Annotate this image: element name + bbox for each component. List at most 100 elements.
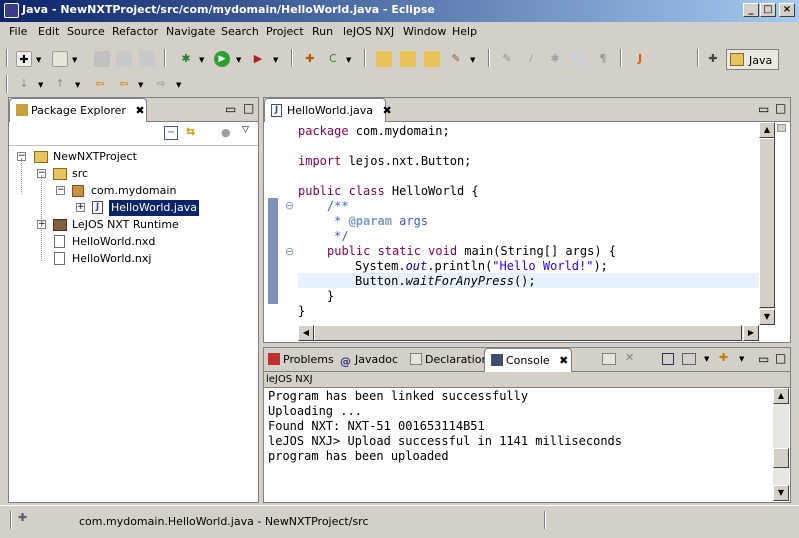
back-icon[interactable]: ⇦ (116, 76, 132, 92)
block-selection-icon[interactable] (571, 51, 587, 67)
new-class-dropdown-icon[interactable]: ▼ (346, 56, 351, 64)
external-tools-dropdown-icon[interactable]: ▼ (273, 56, 278, 64)
search-dropdown-icon[interactable]: ▼ (470, 56, 475, 64)
tree-expander[interactable]: − (56, 186, 65, 195)
fold-icon[interactable]: ⊖ (285, 245, 294, 258)
toggle-mark-icon[interactable]: ✎ (499, 51, 515, 67)
console-line: leJOS NXJ> Upload successful in 1141 mil… (268, 434, 623, 448)
minimize-view-icon[interactable]: ▭ (758, 352, 769, 366)
open-folder-icon[interactable] (424, 51, 440, 67)
run-icon[interactable]: ▶ (214, 51, 230, 67)
forward-icon[interactable]: ⇨ (153, 76, 169, 92)
save-icon[interactable] (94, 51, 110, 67)
back-dropdown-icon[interactable]: ▼ (138, 81, 143, 89)
run-dropdown-icon[interactable]: ▼ (236, 56, 241, 64)
new-java-type-icon[interactable] (52, 51, 68, 67)
scroll-up-icon[interactable]: ▲ (773, 388, 789, 404)
menu-edit[interactable]: Edit (38, 25, 59, 38)
external-tools-icon[interactable]: ▶ (250, 51, 266, 67)
open-task-icon[interactable] (400, 51, 416, 67)
editor-vertical-scrollbar[interactable]: ▲ ▼ (759, 122, 775, 325)
collapse-all-icon[interactable]: − (164, 126, 178, 140)
tab-console[interactable]: Console ✖ (484, 348, 572, 372)
open-perspective-icon[interactable]: ✚ (705, 51, 721, 67)
main-toolbar: ✚ ▼ ▼ ✱ ▼ ▶ ▼ ▶ ▼ ✚ C ▼ ✎ ▼ ✎ / ✱ ¶ J ✚ … (0, 43, 799, 73)
close-window-button[interactable]: × (779, 3, 795, 17)
search-icon[interactable]: ✎ (448, 51, 464, 67)
display-console-dropdown-icon[interactable]: ▼ (704, 355, 709, 363)
tab-javadoc[interactable]: @ Javadoc (340, 353, 398, 368)
scroll-thumb[interactable] (773, 448, 789, 468)
clear-console-icon[interactable]: ✕ (625, 351, 634, 364)
menu-project[interactable]: Project (266, 25, 304, 38)
close-tab-icon[interactable]: ✖ (382, 104, 391, 117)
print-icon[interactable] (139, 51, 155, 67)
open-console-dropdown-icon[interactable]: ▼ (739, 355, 744, 363)
maximize-view-icon[interactable]: □ (243, 101, 254, 115)
view-menu-dropdown-icon[interactable]: ▽ (242, 125, 249, 135)
menu-lejos-nxj[interactable]: leJOS NXJ (343, 25, 394, 38)
scroll-down-icon[interactable]: ▼ (773, 485, 789, 501)
editor-horizontal-scrollbar[interactable]: ◀ ▶ (298, 325, 759, 341)
scroll-down-icon[interactable]: ▼ (759, 309, 775, 325)
new-icon[interactable]: ✚ (16, 51, 32, 67)
last-edit-location-icon[interactable]: ⇦ (92, 76, 108, 92)
scroll-thumb[interactable] (314, 325, 742, 341)
new-java-class-icon[interactable]: C (325, 51, 341, 67)
toggle-edit-icon[interactable]: / (523, 51, 539, 67)
maximize-view-icon[interactable]: □ (775, 351, 786, 365)
maximize-view-icon[interactable]: □ (775, 101, 786, 115)
change-ruler-range (268, 198, 278, 304)
scroll-lock-icon[interactable] (602, 353, 616, 365)
lejos-icon[interactable]: J (632, 51, 648, 67)
menu-source[interactable]: Source (67, 25, 105, 38)
forward-dropdown-icon[interactable]: ▼ (176, 81, 181, 89)
scroll-left-icon[interactable]: ◀ (298, 325, 314, 341)
show-source-icon[interactable]: ¶ (595, 51, 611, 67)
debug-icon[interactable]: ✱ (178, 51, 194, 67)
scroll-thumb[interactable] (759, 138, 775, 308)
tab-problems[interactable]: Problems (268, 353, 334, 366)
minimize-view-icon[interactable]: ▭ (758, 102, 769, 116)
link-with-editor-icon[interactable]: ⇆ (186, 125, 195, 138)
next-annotation-icon[interactable]: ↓ (16, 76, 32, 92)
tree-expander[interactable]: + (76, 203, 85, 212)
view-menu-icon[interactable]: ● (221, 126, 231, 139)
save-all-icon[interactable] (116, 51, 132, 67)
previous-annotation-icon[interactable]: ↑ (52, 76, 68, 92)
minimize-view-icon[interactable]: ▭ (225, 102, 236, 116)
menu-refactor[interactable]: Refactor (112, 25, 158, 38)
previous-annotation-dropdown-icon[interactable]: ▼ (75, 81, 80, 89)
scroll-up-icon[interactable]: ▲ (759, 122, 775, 138)
menu-window[interactable]: Window (403, 25, 446, 38)
next-annotation-dropdown-icon[interactable]: ▼ (38, 81, 43, 89)
new-java-project-icon[interactable]: ✚ (302, 51, 318, 67)
show-whitespace-icon[interactable]: ✱ (547, 51, 563, 67)
new-dropdown-icon[interactable]: ▼ (36, 56, 41, 64)
java-perspective-button[interactable]: Java (726, 49, 779, 70)
tab-declaration[interactable]: Declaration (410, 353, 488, 366)
debug-dropdown-icon[interactable]: ▼ (199, 56, 204, 64)
close-tab-icon[interactable]: ✖ (559, 354, 568, 367)
code-text: Button. (355, 274, 406, 288)
tab-package-explorer[interactable]: Package Explorer ✖ (9, 98, 147, 122)
open-console-icon[interactable]: ✚ (719, 351, 728, 364)
console-output[interactable]: Program has been linked successfully Upl… (264, 388, 773, 502)
open-type-icon[interactable] (376, 51, 392, 67)
maximize-button[interactable]: □ (760, 3, 776, 17)
pin-console-icon[interactable] (662, 353, 674, 365)
scroll-right-icon[interactable]: ▶ (743, 325, 759, 341)
fold-icon[interactable]: ⊖ (285, 199, 294, 212)
menu-file[interactable]: File (9, 25, 27, 38)
display-console-icon[interactable] (682, 353, 696, 365)
menu-navigate[interactable]: Navigate (166, 25, 215, 38)
menu-run[interactable]: Run (312, 25, 333, 38)
menu-search[interactable]: Search (221, 25, 259, 38)
close-tab-icon[interactable]: ✖ (135, 104, 144, 117)
menu-help[interactable]: Help (452, 25, 477, 38)
fast-view-icon[interactable]: ✚ (18, 511, 27, 524)
console-vertical-scrollbar[interactable]: ▲ ▼ (773, 388, 789, 501)
tab-helloworld-java[interactable]: J HelloWorld.java ✖ (264, 98, 392, 122)
new-type-dropdown-icon[interactable]: ▼ (72, 56, 77, 64)
minimize-button[interactable]: _ (743, 3, 759, 17)
